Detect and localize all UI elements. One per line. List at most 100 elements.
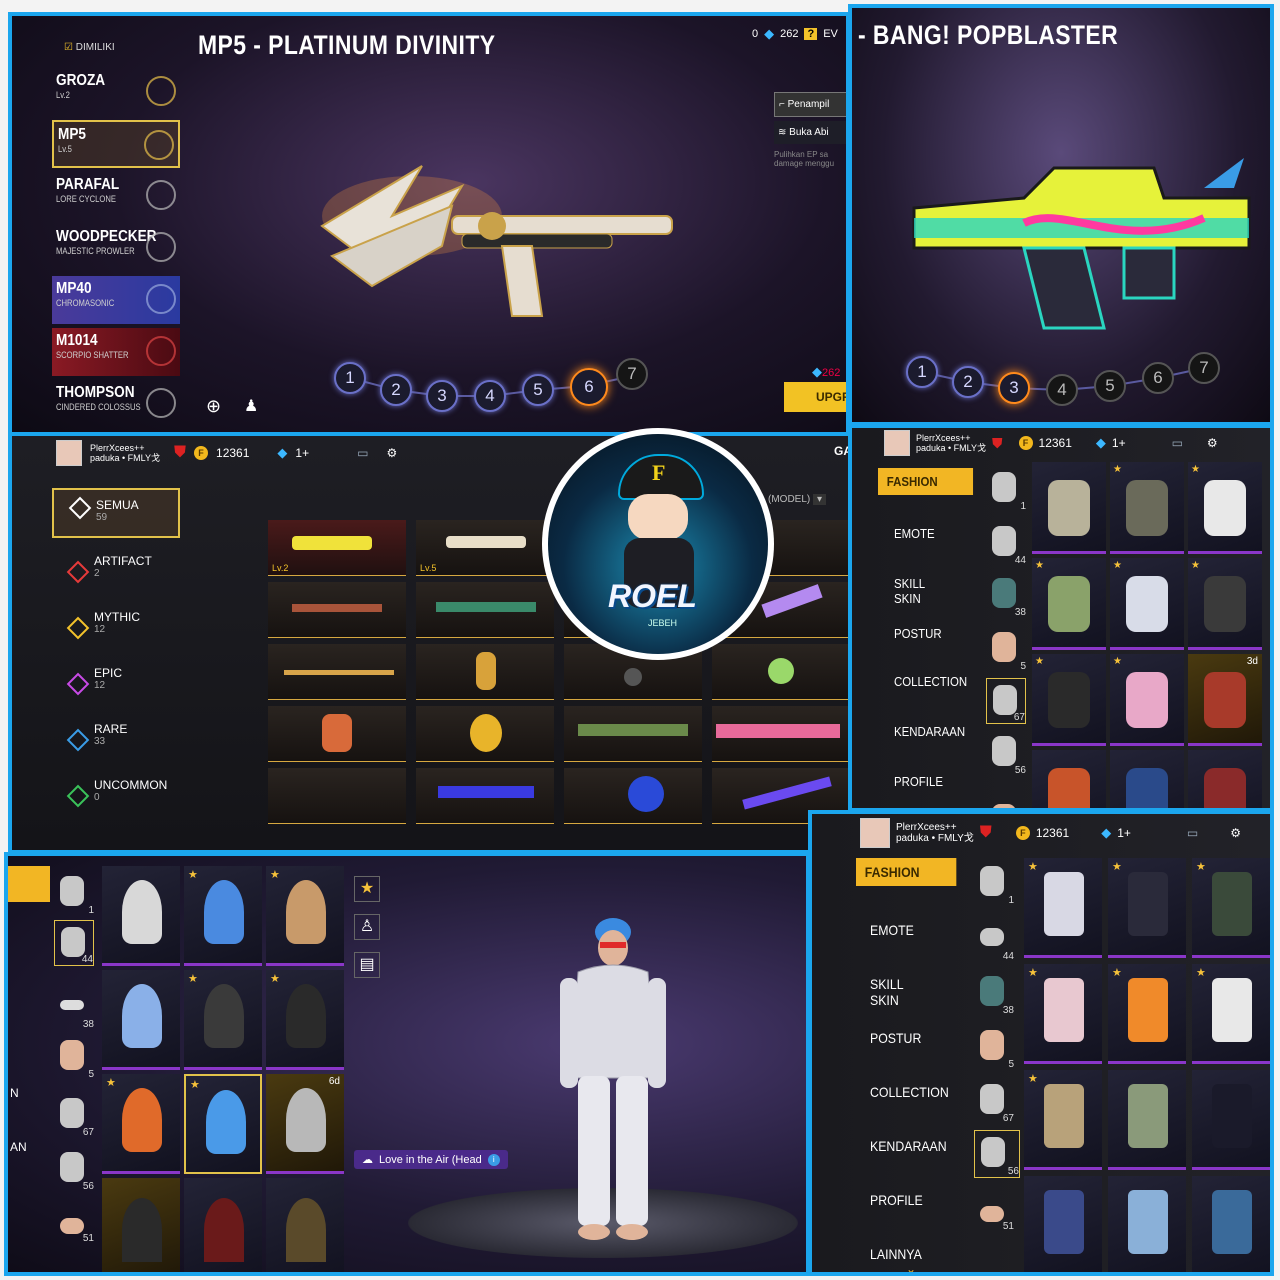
item-cell[interactable] bbox=[1192, 1070, 1270, 1170]
weapon-item-thompson[interactable]: THOMPSON CINDERED COLOSSUS bbox=[52, 380, 180, 428]
weapon-item-mp40[interactable]: MP40 CHROMASONIC bbox=[52, 276, 180, 324]
rail-suit[interactable]: 1 bbox=[974, 860, 1014, 906]
level-4[interactable]: 4 bbox=[474, 380, 506, 412]
menu-postur[interactable]: POSTUR bbox=[894, 626, 942, 641]
item-cell[interactable] bbox=[1108, 1070, 1186, 1170]
settings-icon[interactable]: ⚙ bbox=[386, 446, 397, 460]
zoom-icon[interactable]: ⊕ bbox=[206, 396, 221, 417]
weapon-item-parafal[interactable]: PARAFAL LORE CYCLONE bbox=[52, 172, 180, 220]
help-icon[interactable]: ? bbox=[804, 28, 818, 40]
weapon-item-woodpecker[interactable]: WOODPECKER MAJESTIC PROWLER bbox=[52, 224, 180, 272]
card-icon[interactable]: ▭ bbox=[1172, 436, 1183, 450]
pose-icon[interactable]: ♟ bbox=[244, 396, 258, 416]
rail-mask[interactable]: 38 bbox=[986, 572, 1026, 618]
item-slot[interactable] bbox=[416, 582, 554, 638]
rail-shoes[interactable]: 51 bbox=[54, 1198, 94, 1244]
level-6[interactable]: 6 bbox=[570, 368, 608, 406]
card-icon[interactable]: ▤ bbox=[354, 952, 380, 978]
item-slot[interactable] bbox=[268, 582, 406, 638]
rail-head[interactable]: 5 bbox=[986, 626, 1026, 672]
menu-profile[interactable]: PROFILE bbox=[870, 1192, 923, 1208]
item-cell[interactable] bbox=[184, 1178, 262, 1272]
level-5[interactable]: 5 bbox=[522, 374, 554, 406]
item-cell[interactable]: ★ bbox=[266, 866, 344, 966]
menu-kendaraan[interactable]: KENDARAAN bbox=[870, 1138, 947, 1154]
weapon-item-mp5[interactable]: MP5 Lv.5 bbox=[52, 120, 180, 168]
level-3[interactable]: 3 bbox=[998, 372, 1030, 404]
item-cell[interactable]: ★ bbox=[1110, 558, 1184, 650]
menu-lainnya[interactable]: LAINNYA bbox=[870, 1246, 922, 1262]
level-5[interactable]: 5 bbox=[1094, 370, 1126, 402]
level-2[interactable]: 2 bbox=[952, 366, 984, 398]
item-slot[interactable] bbox=[416, 768, 554, 824]
chevron-down-icon[interactable]: ⌄ bbox=[906, 1262, 916, 1272]
ability-button[interactable]: ≋ Buka Abi bbox=[774, 121, 846, 144]
avatar[interactable] bbox=[56, 440, 82, 466]
item-cell[interactable]: ★ bbox=[1024, 858, 1102, 958]
rail-hat[interactable]: 44 bbox=[974, 916, 1014, 962]
item-cell[interactable] bbox=[1032, 462, 1106, 554]
weapon-item-m1014[interactable]: M1014 SCORPIO SHATTER bbox=[52, 328, 180, 376]
item-slot[interactable] bbox=[268, 706, 406, 762]
rail-top[interactable]: 67 bbox=[986, 678, 1026, 724]
item-cell[interactable] bbox=[1188, 750, 1262, 808]
rail-hat[interactable]: 44 bbox=[986, 520, 1026, 566]
weapon-item-groza[interactable]: GROZA Lv.2 bbox=[52, 68, 180, 116]
item-slot[interactable]: Lv.5 bbox=[416, 520, 554, 576]
item-cell[interactable] bbox=[102, 1178, 180, 1272]
model-filter[interactable]: (MODEL) ▾ bbox=[768, 494, 827, 505]
item-slot[interactable] bbox=[564, 706, 702, 762]
level-2[interactable]: 2 bbox=[380, 374, 412, 406]
diamond-count[interactable]: 1+ bbox=[295, 446, 309, 460]
item-cell[interactable]: ★ bbox=[1024, 1070, 1102, 1170]
level-1[interactable]: 1 bbox=[334, 362, 366, 394]
item-slot[interactable] bbox=[712, 644, 848, 700]
item-cell[interactable]: ★ bbox=[266, 970, 344, 1070]
rail-glasses[interactable]: 38 bbox=[54, 984, 94, 1030]
diamond-count[interactable]: 1+ bbox=[1112, 436, 1126, 450]
menu-profile[interactable]: PROFILE bbox=[894, 774, 943, 789]
item-slot[interactable] bbox=[564, 768, 702, 824]
level-4[interactable]: 4 bbox=[1046, 374, 1078, 406]
level-6[interactable]: 6 bbox=[1142, 362, 1174, 394]
diamond-count[interactable]: 1+ bbox=[1117, 826, 1131, 840]
item-slot[interactable] bbox=[268, 768, 406, 824]
item-slot[interactable] bbox=[416, 644, 554, 700]
item-cell[interactable] bbox=[1192, 1176, 1270, 1272]
rail-suit[interactable]: 1 bbox=[986, 466, 1026, 512]
menu-skill-skin[interactable]: SKILL SKIN bbox=[870, 976, 903, 1008]
card-icon[interactable]: ▭ bbox=[357, 446, 368, 460]
menu-collection[interactable]: COLLECTION bbox=[894, 674, 967, 689]
item-cell[interactable]: ★ bbox=[1032, 654, 1106, 746]
favorite-icon[interactable]: ★ bbox=[354, 876, 380, 902]
settings-icon[interactable]: ⚙ bbox=[1230, 826, 1241, 840]
item-cell[interactable]: ★ bbox=[1108, 964, 1186, 1064]
menu-collection[interactable]: COLLECTION bbox=[870, 1084, 949, 1100]
item-cell-selected[interactable]: ★ bbox=[184, 1074, 262, 1174]
item-cell[interactable]: ★ bbox=[1024, 964, 1102, 1064]
item-cell[interactable]: ★ bbox=[1188, 558, 1262, 650]
item-cell[interactable]: 3d bbox=[1188, 654, 1262, 746]
rail-suit[interactable]: 1 bbox=[54, 870, 94, 916]
menu-skill-skin[interactable]: SKILL SKIN bbox=[894, 576, 925, 606]
item-cell[interactable]: 6d bbox=[266, 1074, 344, 1174]
item-cell[interactable]: ★ bbox=[184, 970, 262, 1070]
item-cell[interactable] bbox=[1108, 1176, 1186, 1272]
item-cell[interactable]: ★ bbox=[184, 866, 262, 966]
avatar[interactable] bbox=[884, 430, 910, 456]
item-cell[interactable]: ★ bbox=[1192, 858, 1270, 958]
item-cell[interactable]: ★ bbox=[1032, 558, 1106, 650]
upgrade-button[interactable]: UPGRA bbox=[784, 382, 846, 412]
settings-icon[interactable]: ⚙ bbox=[1207, 436, 1218, 450]
menu-fashion[interactable]: FASHION bbox=[856, 858, 957, 886]
menu-kendaraan[interactable]: KENDARAAN bbox=[894, 724, 965, 739]
item-cell[interactable]: ★ bbox=[1192, 964, 1270, 1064]
menu-emote[interactable]: EMOTE bbox=[870, 922, 914, 938]
rail-top[interactable]: 67 bbox=[54, 1092, 94, 1138]
outfit-icon[interactable]: ♙ bbox=[354, 914, 380, 940]
item-slot[interactable]: Lv.2 bbox=[268, 520, 406, 576]
item-cell[interactable] bbox=[102, 970, 180, 1070]
menu-postur[interactable]: POSTUR bbox=[870, 1030, 921, 1046]
item-cell[interactable] bbox=[1032, 750, 1106, 808]
rail-head[interactable]: 5 bbox=[54, 1034, 94, 1080]
